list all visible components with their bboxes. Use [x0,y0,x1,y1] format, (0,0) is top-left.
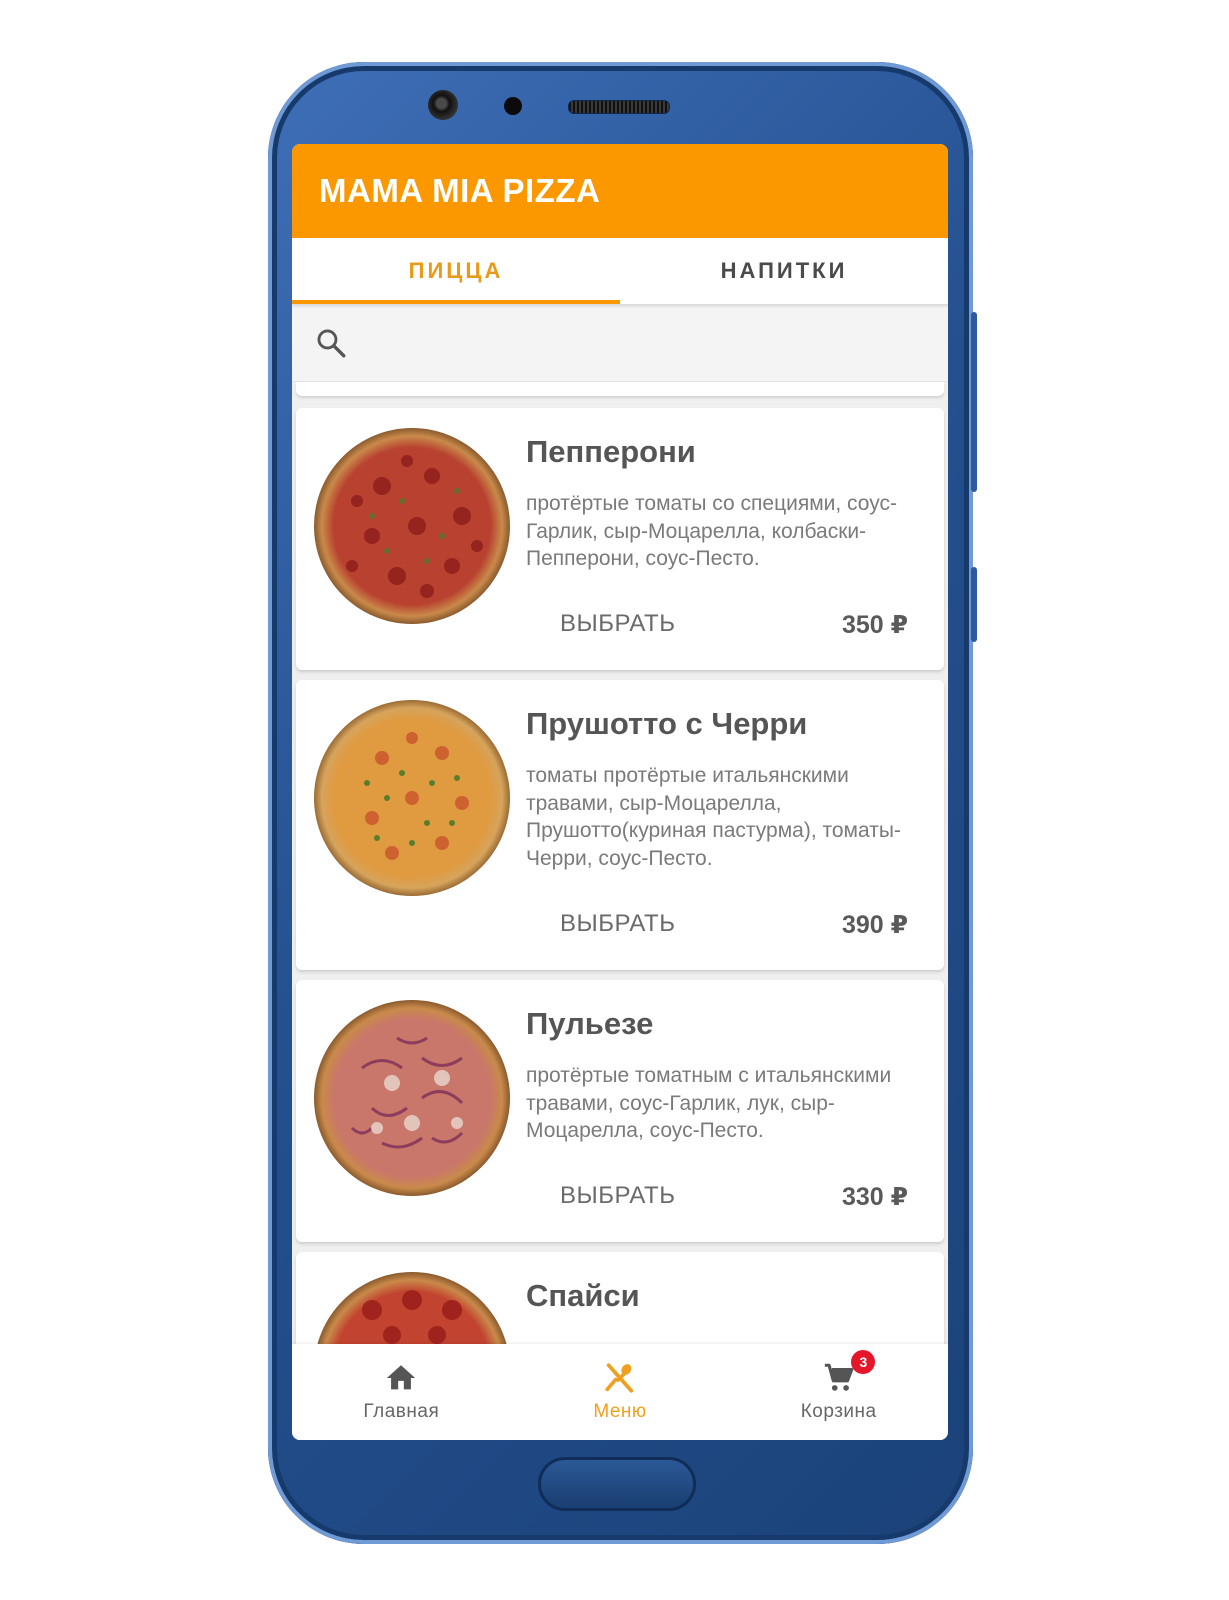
product-card-puljeze[interactable]: Пульезе протёртые томатным с итальянским… [296,980,944,1242]
select-button[interactable]: ВЫБРАТЬ [560,1182,675,1210]
active-tab-indicator [292,300,620,304]
app-screen: MAMA MIA PIZZA ПИЦЦА НАПИТКИ Пепперони п… [292,144,948,1440]
search-input[interactable] [362,328,906,357]
nav-home-label: Главная [363,1401,440,1422]
pizza-pepperoni-image [314,428,510,624]
app-title: MAMA MIA PIZZA [319,172,601,209]
product-name: Спайси [526,1278,640,1313]
volume-button [971,312,977,492]
list-item-partial-top [296,382,944,396]
front-camera [428,90,458,120]
product-name: Пепперони [526,434,696,469]
nav-cart-label: Корзина [800,1401,877,1422]
product-card-prushotto[interactable]: Прушотто с Черри томаты протёртые италья… [296,680,944,970]
proximity-sensor [504,97,522,115]
product-price: 330 ₽ [841,1183,908,1211]
stage: MAMA MIA PIZZA ПИЦЦА НАПИТКИ Пепперони п… [0,0,1229,1600]
home-icon[interactable] [384,1361,418,1395]
tab-drinks[interactable]: НАПИТКИ [620,238,948,304]
nav-menu-label: Меню [593,1401,647,1422]
search-icon[interactable] [314,326,348,360]
product-description: протёртые томатным с итальянскими травам… [526,1064,892,1142]
pizza-prushotto-image [314,700,510,896]
menu-utensils-icon[interactable] [603,1361,637,1395]
earpiece-speaker [568,100,670,114]
product-description: томаты протёртые итальянскими травами, с… [526,764,901,870]
app-bar: MAMA MIA PIZZA [292,144,948,238]
nav-menu[interactable]: Меню [511,1344,730,1440]
product-price: 350 ₽ [841,611,908,639]
nav-cart[interactable]: 3 Корзина [729,1344,948,1440]
select-button[interactable]: ВЫБРАТЬ [560,610,675,638]
category-tabs: ПИЦЦА НАПИТКИ [292,238,948,304]
power-button [971,567,977,642]
product-description: протёртые томаты со специями, соус-Гарли… [526,492,897,570]
bottom-navigation: Главная Меню 3 Корзина [292,1344,948,1440]
cart-icon[interactable] [822,1361,856,1395]
product-price: 390 ₽ [841,911,908,939]
select-button[interactable]: ВЫБРАТЬ [560,910,675,938]
search-bar[interactable] [292,304,948,382]
product-name: Пульезе [526,1006,654,1041]
home-hardware-button[interactable] [538,1457,696,1511]
product-card-pepperoni[interactable]: Пепперони протёртые томаты со специями, … [296,408,944,670]
cart-count-badge: 3 [851,1350,876,1374]
nav-home[interactable]: Главная [292,1344,511,1440]
product-name: Прушотто с Черри [526,706,808,741]
pizza-puljeze-image [314,1000,510,1196]
tab-pizza[interactable]: ПИЦЦА [292,238,620,304]
